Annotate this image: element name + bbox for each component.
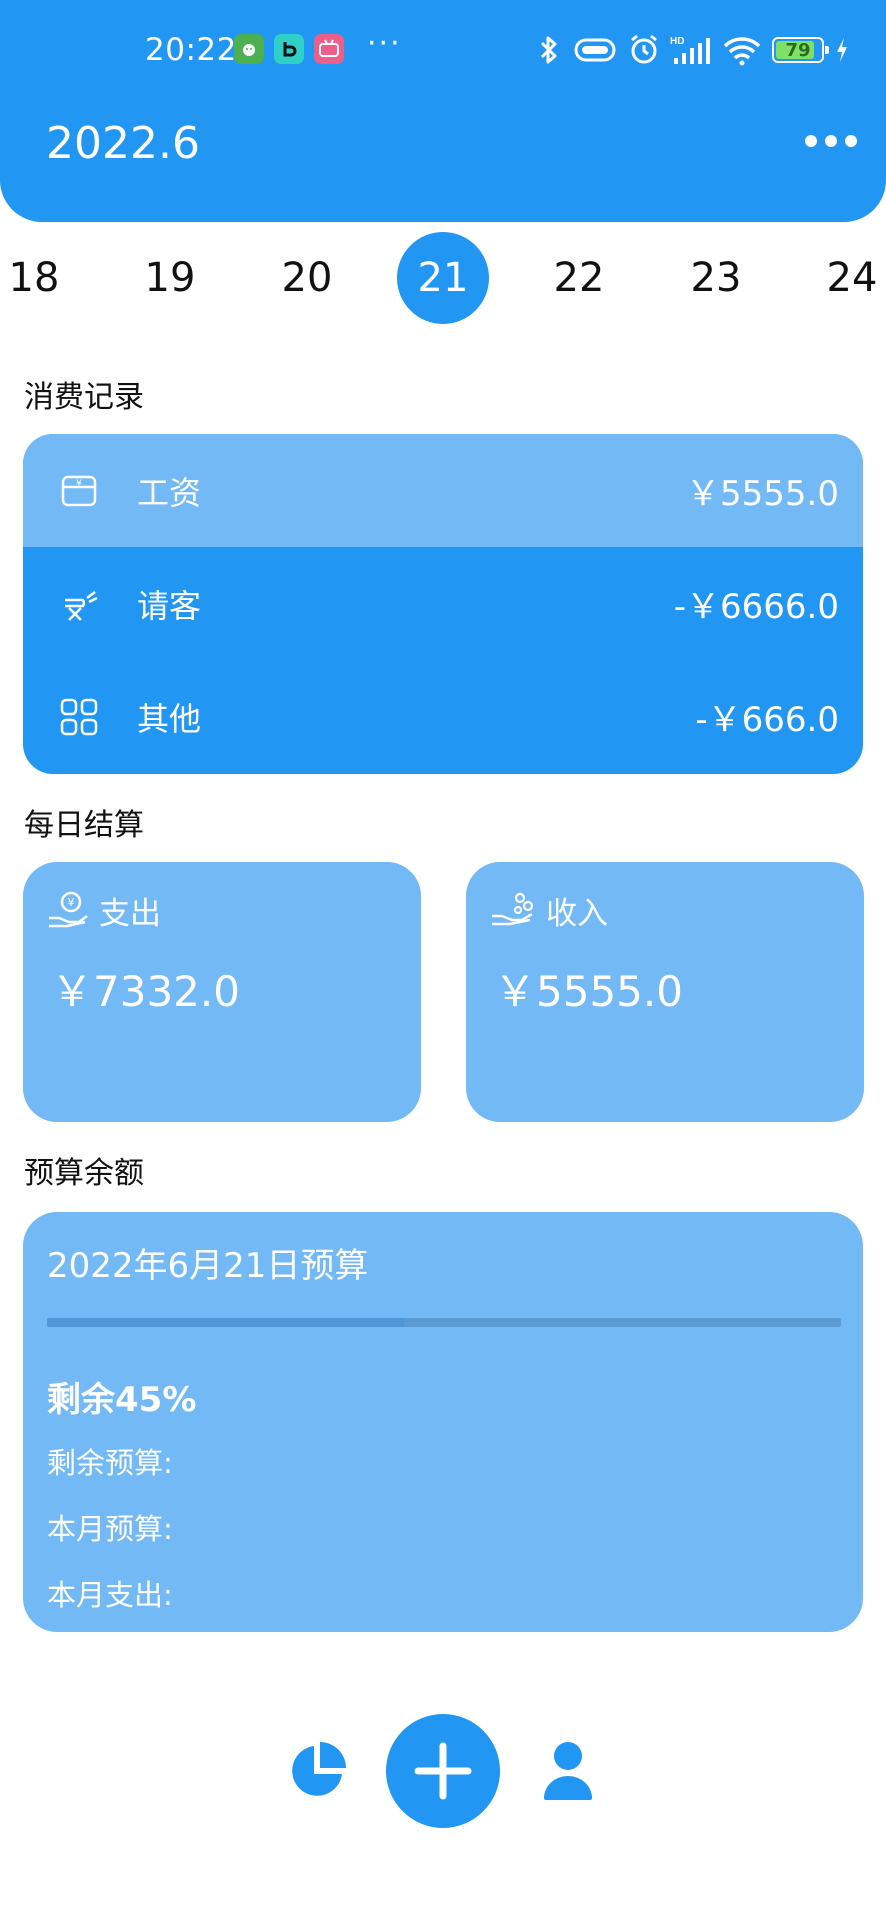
date-item[interactable]: 20: [261, 232, 353, 324]
daily-title: 每日结算: [24, 808, 144, 843]
record-label: 请客: [137, 586, 202, 625]
budget-progress-bar: [47, 1318, 841, 1327]
pie-chart-icon[interactable]: [286, 1740, 348, 1802]
record-amount: -￥6666.0: [673, 587, 839, 627]
record-row[interactable]: 其他 -￥666.0: [23, 660, 863, 773]
month-expense-label: 本月支出:: [47, 1578, 173, 1612]
status-more-indicator: ···: [367, 26, 402, 61]
svg-text:HD: HD: [670, 36, 684, 47]
expense-value: ￥7332.0: [51, 967, 240, 1016]
records-title: 消费记录: [24, 380, 144, 415]
signal-icon: HD: [670, 36, 710, 64]
hand-money-icon: ¥: [49, 891, 88, 927]
record-amount: ￥5555.0: [686, 474, 839, 514]
app-notification-icon: [234, 34, 264, 64]
budget-remaining-percent: 剩余45%: [47, 1380, 197, 1420]
grid-icon: [57, 695, 101, 739]
hand-coins-icon: [492, 892, 534, 925]
date-item-selected[interactable]: 21: [397, 232, 489, 324]
food-icon: [57, 582, 101, 626]
record-row[interactable]: ¥ 工资 ￥5555.0: [23, 434, 863, 547]
date-item[interactable]: 19: [124, 232, 216, 324]
app-root: 20:22 ··· HD 79 2022.6 18 19 20 21 22 23…: [0, 0, 886, 1920]
month-budget-label: 本月预算:: [47, 1512, 173, 1546]
status-right: HD 79: [536, 34, 850, 66]
record-amount: -￥666.0: [695, 700, 839, 740]
dot-icon: [845, 135, 857, 147]
budget-card-title: 2022年6月21日预算: [47, 1246, 369, 1286]
month-title[interactable]: 2022.6: [46, 118, 200, 169]
plus-icon: [414, 1742, 472, 1800]
income-value: ￥5555.0: [494, 967, 683, 1016]
vibrate-icon: [574, 38, 616, 62]
status-bar: 20:22 ··· HD 79: [0, 26, 886, 74]
date-item[interactable]: 24: [806, 232, 886, 324]
bottom-nav: [0, 1714, 886, 1828]
date-item[interactable]: 22: [533, 232, 625, 324]
date-item[interactable]: 18: [0, 232, 80, 324]
expense-card[interactable]: ¥ 支出 ￥7332.0: [23, 862, 421, 1122]
user-icon[interactable]: [540, 1740, 596, 1802]
record-row[interactable]: 请客 -￥6666.0: [23, 547, 863, 660]
expense-header: ¥ 支出: [47, 888, 161, 933]
alarm-icon: [631, 34, 657, 64]
battery-percent: 79: [785, 39, 811, 61]
records-list: ¥ 工资 ￥5555.0 请客 -￥6666.0 其他 -￥666.0: [23, 434, 863, 774]
remaining-budget-label: 剩余预算:: [47, 1446, 173, 1480]
budget-card[interactable]: 2022年6月21日预算 剩余45% 剩余预算: 本月预算: 本月支出:: [23, 1212, 863, 1632]
bilibili-notification-icon: [314, 34, 344, 64]
header: 20:22 ··· HD 79 2022.6: [0, 0, 886, 222]
app-notification-icon: [274, 34, 304, 64]
income-label: 收入: [546, 896, 608, 932]
expense-label: 支出: [99, 896, 161, 932]
dot-icon: [805, 135, 817, 147]
status-time: 20:22: [145, 32, 237, 68]
svg-text:¥: ¥: [76, 479, 82, 489]
date-item[interactable]: 23: [670, 232, 762, 324]
budget-title: 预算余额: [24, 1156, 144, 1191]
notification-icons: [234, 34, 344, 64]
dot-icon: [825, 135, 837, 147]
record-label: 其他: [137, 699, 202, 738]
svg-text:¥: ¥: [68, 896, 75, 909]
charging-icon: [837, 38, 847, 62]
income-card[interactable]: 收入 ￥5555.0: [466, 862, 864, 1122]
record-label: 工资: [137, 473, 202, 512]
date-strip: 18 19 20 21 22 23 24: [0, 232, 886, 324]
add-record-button[interactable]: [386, 1714, 500, 1828]
bluetooth-icon: [540, 36, 557, 64]
wifi-icon: [723, 37, 761, 66]
budget-progress-fill: [47, 1318, 405, 1327]
wallet-icon: ¥: [57, 469, 101, 513]
income-header: 收入: [490, 888, 608, 933]
more-menu-button[interactable]: [804, 128, 858, 154]
battery-icon: 79: [772, 37, 829, 63]
